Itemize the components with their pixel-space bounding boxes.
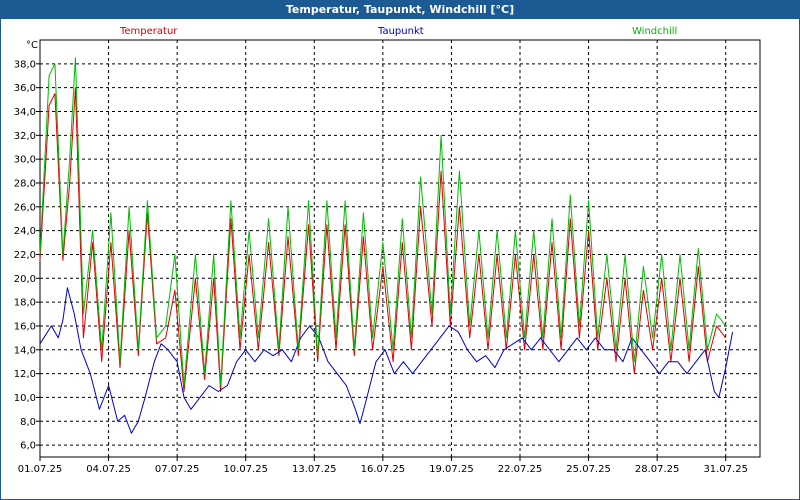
y-tick-label: 26,0 (14, 202, 36, 213)
x-tick-label: 07.07.25 (155, 464, 200, 475)
y-tick-label: 28,0 (14, 178, 36, 189)
y-tick-label: 24,0 (14, 226, 36, 237)
series-lines (39, 57, 734, 434)
x-tick-label: 31.07.25 (703, 464, 748, 475)
y-tick-label: 10,0 (14, 393, 36, 404)
y-tick-label: 8,0 (20, 417, 36, 428)
x-tick-label: 25.07.25 (566, 464, 611, 475)
y-tick-label: 30,0 (14, 155, 36, 166)
line-chart: 6,0 8,0 10,0 12,0 14,0 16,0 18,0 20,0 22,0 24,0 26… (14, 26, 761, 475)
y-tick-label: 18,0 (14, 298, 36, 309)
x-tick-label: 13.07.25 (292, 464, 337, 475)
legend-temperatur: Temperatur (119, 26, 178, 37)
x-tick-label: 10.07.25 (223, 464, 268, 475)
y-tick-label: 34,0 (14, 107, 36, 118)
y-tick-label: 38,0 (14, 59, 36, 70)
y-tick-label: 22,0 (14, 250, 36, 261)
y-tick-label: 16,0 (14, 321, 36, 332)
x-tick-label: 01.07.25 (18, 464, 63, 475)
y-unit-label: °C (26, 40, 38, 51)
x-tick-label: 28.07.25 (635, 464, 680, 475)
x-tick-label: 19.07.25 (429, 464, 474, 475)
y-tick-label: 32,0 (14, 131, 36, 142)
y-tick-label: 36,0 (14, 83, 36, 94)
series-line-taupunkt (39, 287, 734, 434)
x-tick-label: 04.07.25 (86, 464, 131, 475)
x-tick-label: 22.07.25 (498, 464, 543, 475)
y-tick-label: 14,0 (14, 345, 36, 356)
tick-labels: 6,0 8,0 10,0 12,0 14,0 16,0 18,0 20,0 22,0 24,0 26… (14, 59, 748, 475)
y-tick-label: 20,0 (14, 274, 36, 285)
legend-windchill: Windchill (632, 26, 677, 37)
x-tick-label: 16.07.25 (361, 464, 406, 475)
y-tick-label: 6,0 (20, 441, 36, 452)
legend-taupunkt: Taupunkt (377, 26, 424, 37)
y-tick-label: 12,0 (14, 369, 36, 380)
